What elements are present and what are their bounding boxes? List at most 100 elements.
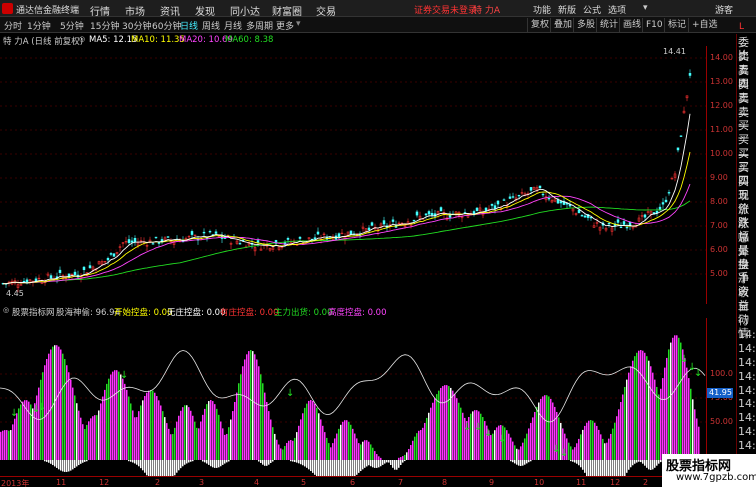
candle	[679, 135, 683, 137]
menu-gongneng[interactable]: 功能	[533, 3, 551, 16]
indicator-bar	[60, 349, 62, 460]
menu-caifuquan[interactable]: 财富圈	[272, 3, 302, 18]
period-60min[interactable]: 60分钟	[152, 19, 181, 32]
candle	[556, 199, 560, 204]
indicator-bar-negative	[66, 460, 68, 472]
indicator-bar-negative	[210, 460, 212, 467]
indicator-bar-negative	[334, 460, 336, 487]
indicator-bar-negative	[646, 460, 648, 468]
indicator-bar	[640, 350, 642, 460]
tongji-button[interactable]: 统计	[596, 18, 621, 32]
diejia-button[interactable]: 叠加	[550, 18, 575, 32]
indicator-bar-negative	[402, 460, 404, 463]
fuquan-button[interactable]: 复权	[527, 18, 552, 32]
signal-arrow-icon: ↓	[10, 408, 18, 419]
period-fenshi[interactable]: 分时	[4, 19, 22, 32]
indicator-bar	[246, 354, 248, 460]
menu-hangqing[interactable]: 行情	[90, 3, 110, 18]
menu-shichang[interactable]: 市场	[125, 3, 145, 18]
indicator-bar	[230, 419, 232, 460]
period-5min[interactable]: 5分钟	[60, 19, 84, 32]
candle	[202, 231, 206, 234]
indicator-bar-negative	[390, 460, 392, 465]
indicator-bar	[470, 413, 472, 460]
menu-xinban[interactable]: 新版	[558, 3, 576, 16]
indicator-bar	[142, 400, 144, 460]
menu-jiaoyi[interactable]: 交易	[316, 3, 336, 18]
indicator-bar	[220, 421, 222, 460]
indicator-bar-negative	[598, 460, 600, 487]
indicator-bar-negative	[522, 460, 524, 466]
indicator-item: 有庄控盘: 0.00	[220, 308, 279, 318]
indicator-bar-negative	[368, 460, 370, 466]
indicator-bar	[372, 447, 374, 460]
indicator-bar	[0, 431, 2, 460]
indicator-bar-negative	[68, 460, 70, 472]
signal-arrow-icon: ↓	[498, 434, 506, 445]
indicator-bar	[370, 444, 372, 460]
add-favorite-button[interactable]: +自选	[688, 18, 721, 32]
candle	[154, 236, 158, 239]
menu-faxian[interactable]: 发现	[195, 3, 215, 18]
huaxian-button[interactable]: 画线	[619, 18, 644, 32]
indicator-axis: 100.0 75.00 50.00 41.95	[706, 318, 736, 476]
duogu-button[interactable]: 多股	[573, 18, 598, 32]
f10-button[interactable]: F10	[642, 18, 666, 32]
indicator-bar-negative	[400, 460, 402, 465]
indicator-bar-negative	[358, 460, 360, 473]
indicator-bar	[74, 395, 76, 460]
kline-chart[interactable]: 14.41 4.45	[0, 46, 706, 304]
indicator-bar	[582, 429, 584, 460]
menu-gongshi[interactable]: 公式	[583, 3, 601, 16]
indicator-bar	[426, 417, 428, 460]
minimize-icon[interactable]: ▾	[643, 3, 648, 13]
indicator-bar	[368, 441, 370, 460]
indicator-bar	[304, 407, 306, 460]
candle	[208, 231, 212, 233]
indicator-bar	[458, 402, 460, 460]
indicator-bar-negative	[360, 460, 362, 472]
period-multi[interactable]: 多周期	[246, 19, 273, 32]
menu-tongxiaoda[interactable]: 同小达	[230, 3, 260, 18]
indicator-toggle-icon[interactable]: ◎	[79, 35, 85, 43]
period-30min[interactable]: 30分钟	[122, 19, 151, 32]
indicator-bar	[128, 396, 130, 460]
indicator-chart[interactable]: ↓ ↓ ↓ ↓ ↓ ↓ ↓ ↓ ↓ ↓ ↓ ↓ ↓ ↓	[0, 318, 706, 487]
indicator-bar-negative	[170, 460, 172, 481]
login-status[interactable]: 证券交易未登录	[414, 3, 477, 16]
candle	[493, 205, 497, 209]
period-more[interactable]: 更多	[276, 19, 294, 32]
indicator-bar-negative	[584, 460, 586, 473]
indicator-bar-negative	[318, 460, 320, 479]
indicator-bar	[40, 379, 42, 460]
indicator-toggle-icon[interactable]: ◎	[3, 306, 9, 314]
menu-zixun[interactable]: 资讯	[160, 3, 180, 18]
indicator-bar	[118, 371, 120, 460]
guest-label[interactable]: 游客	[715, 3, 733, 16]
indicator-tab[interactable]: 股票指标网	[12, 306, 55, 318]
indicator-bar-negative	[404, 460, 406, 462]
period-week[interactable]: 周线	[202, 19, 220, 32]
indicator-bar	[262, 383, 264, 460]
indicator-bar-negative	[202, 460, 204, 462]
period-month[interactable]: 月线	[224, 19, 242, 32]
biaoji-button[interactable]: 标记	[664, 18, 689, 32]
period-15min[interactable]: 15分钟	[90, 19, 119, 32]
indicator-bar-negative	[144, 460, 146, 473]
indicator-bar-negative	[388, 460, 390, 463]
period-1min[interactable]: 1分钟	[27, 19, 51, 32]
candle	[370, 222, 374, 226]
indicator-bar	[624, 386, 626, 460]
indicator-bar-negative	[266, 460, 268, 466]
indicator-bar	[254, 354, 256, 460]
menu-xuanxiang[interactable]: 选项	[608, 3, 626, 16]
period-day[interactable]: 日线	[180, 19, 198, 32]
indicator-bar-negative	[186, 460, 188, 464]
candle	[667, 192, 671, 194]
indicator-bar-negative	[312, 460, 314, 473]
more-arrow-icon[interactable]: ▾	[296, 19, 301, 29]
indicator-bar	[10, 430, 12, 460]
title-bar: 通达信金融终端 行情 市场 资讯 发现 同小达 财富圈 交易 证券交易未登录 特…	[0, 0, 756, 18]
indicator-bar	[376, 454, 378, 460]
indicator-bar	[602, 438, 604, 460]
